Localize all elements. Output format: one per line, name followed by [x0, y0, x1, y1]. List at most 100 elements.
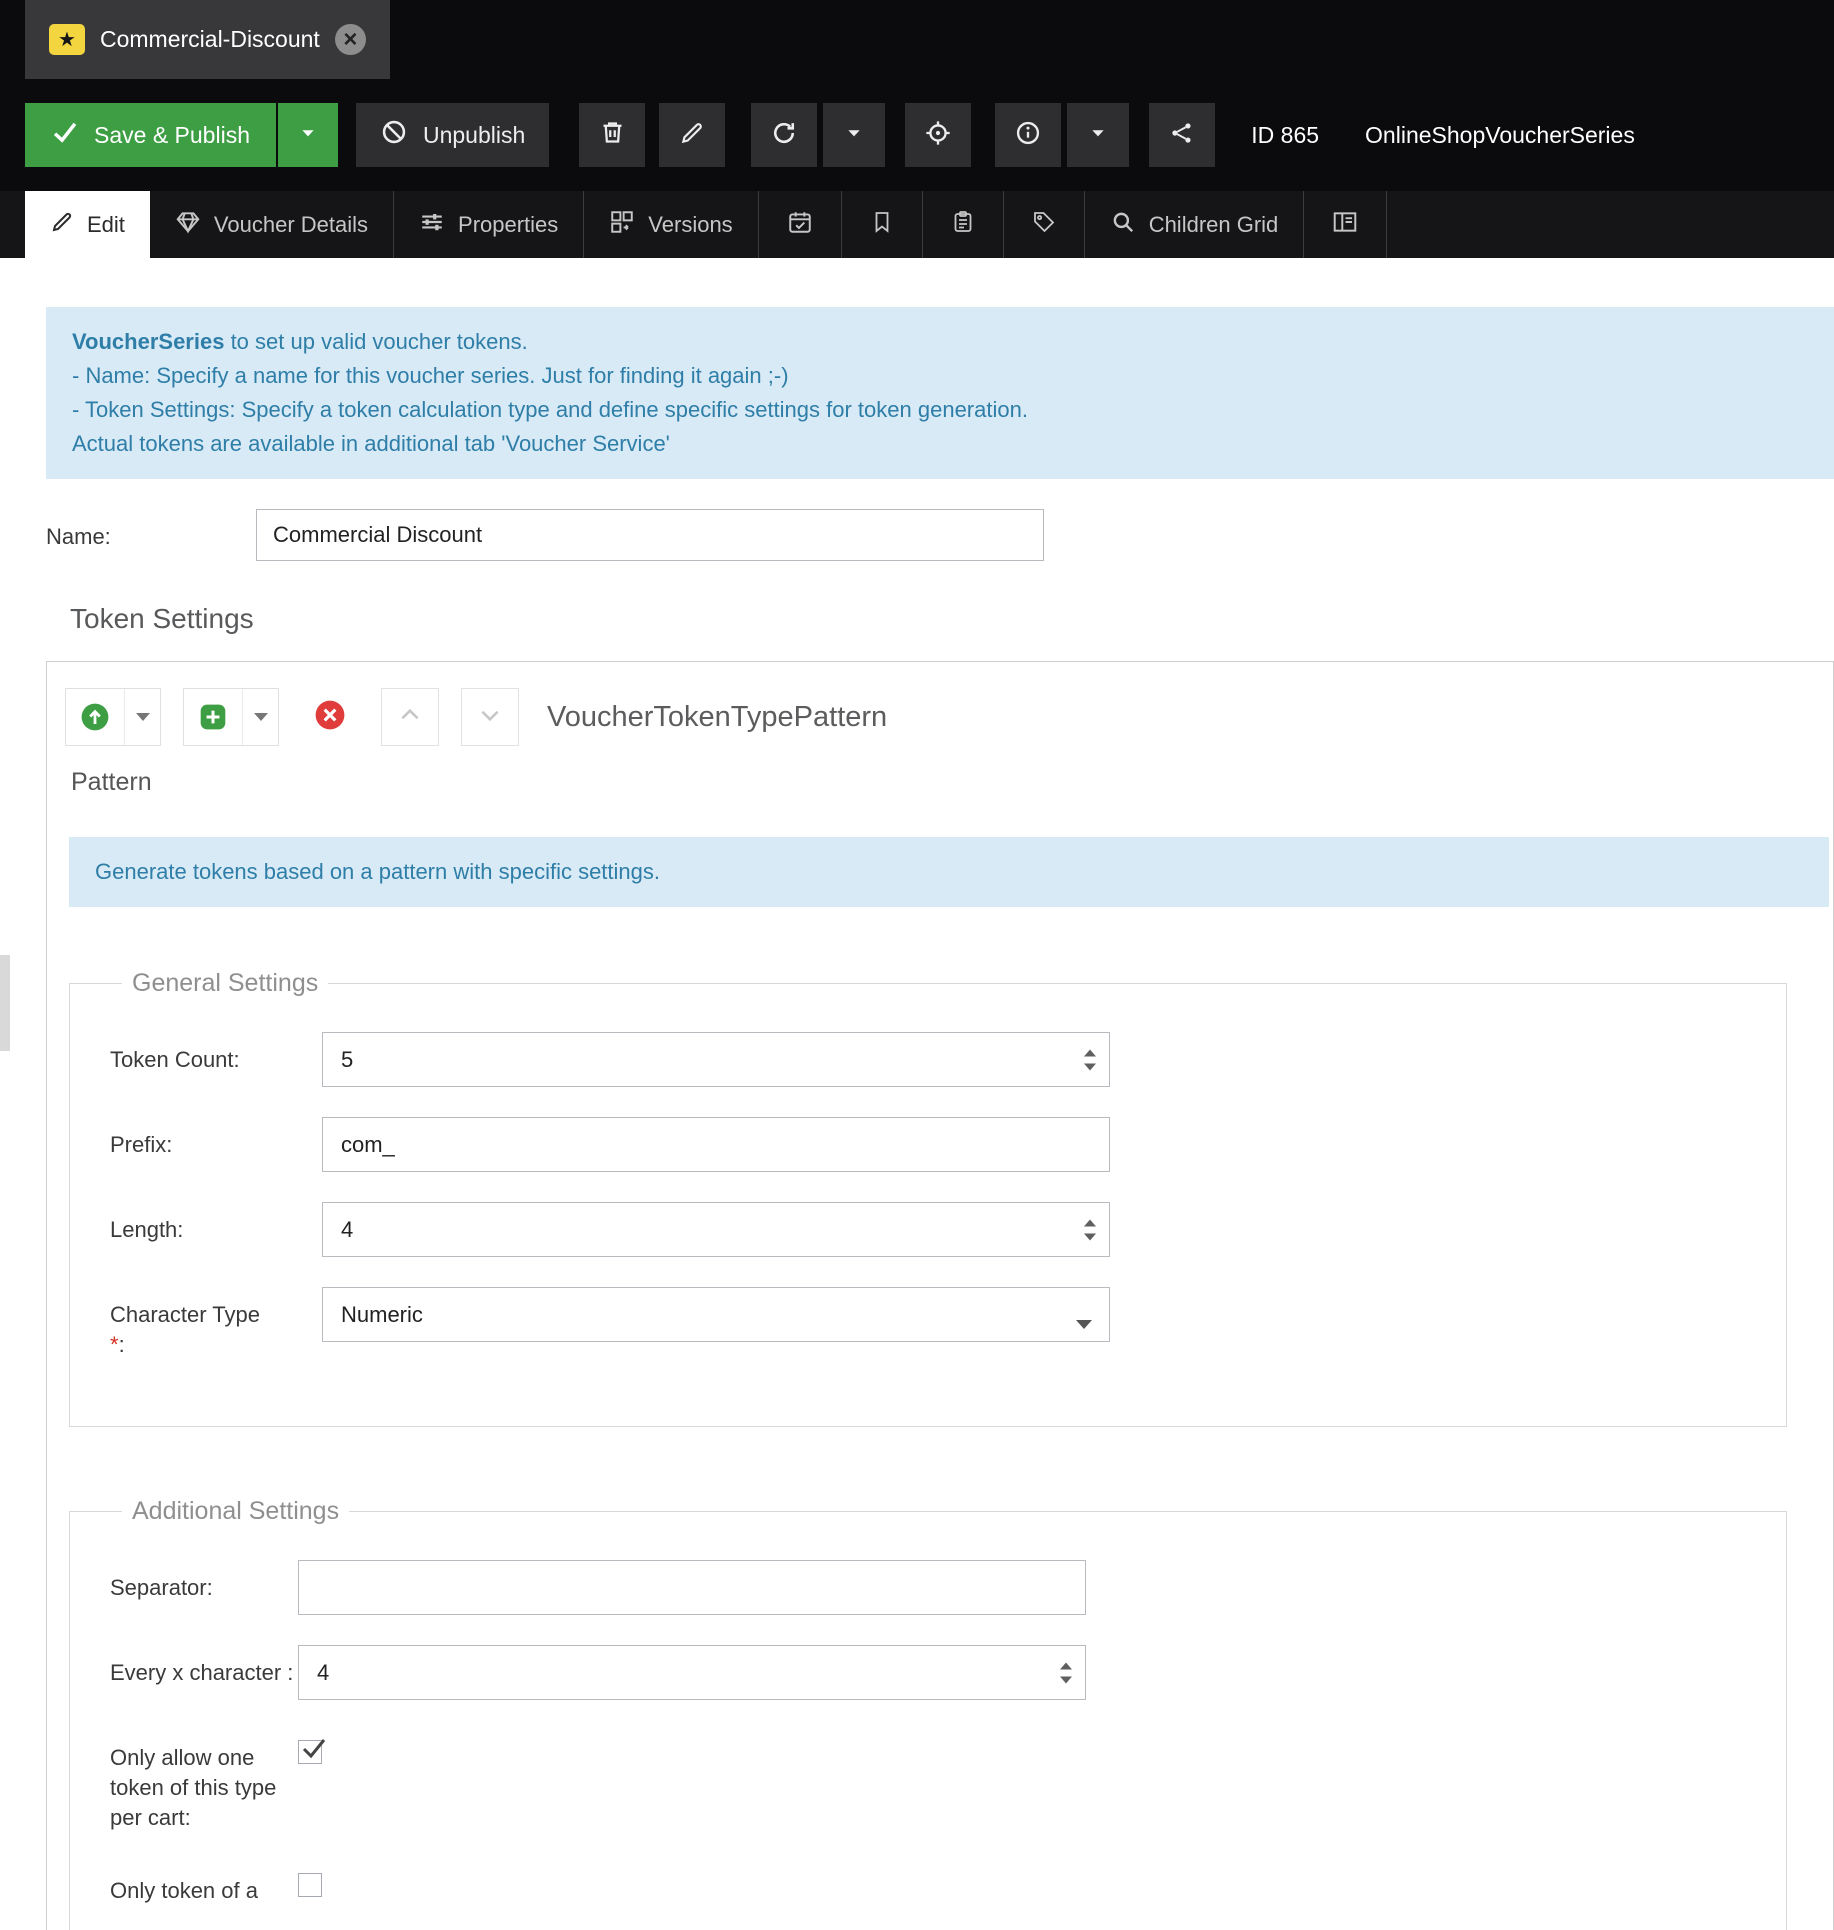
separator-row: Separator: — [110, 1560, 1786, 1615]
required-mark: *: — [110, 1330, 322, 1360]
delete-button[interactable] — [579, 103, 645, 167]
target-icon — [924, 119, 952, 152]
spinner-down-icon[interactable] — [1084, 1233, 1096, 1240]
rename-button[interactable] — [659, 103, 725, 167]
info-icon — [1014, 119, 1042, 152]
only-one-token-checkbox[interactable] — [298, 1740, 322, 1764]
tab-edit[interactable]: Edit — [25, 191, 150, 258]
chevron-down-icon[interactable] — [242, 689, 278, 745]
tab-children-grid[interactable]: Children Grid — [1085, 191, 1305, 258]
tab-properties[interactable]: Properties — [394, 191, 584, 258]
general-settings-fieldset: General Settings Token Count: Prefix: — [69, 969, 1787, 1427]
tab-schedule[interactable] — [759, 191, 842, 258]
pattern-label: Pattern — [71, 768, 1833, 797]
name-row: Name: — [46, 509, 1834, 561]
unpublish-label: Unpublish — [423, 122, 525, 149]
token-count-input[interactable] — [322, 1032, 1110, 1087]
number-spinner[interactable] — [1084, 1219, 1096, 1240]
delete-token-type-button[interactable] — [301, 688, 359, 746]
token-count-label: Token Count: — [110, 1032, 322, 1087]
document-tab[interactable]: ★ Commercial-Discount × — [25, 0, 390, 79]
every-x-row: Every x character : — [110, 1645, 1786, 1700]
diamond-icon — [175, 209, 201, 241]
tab-tags[interactable] — [1004, 191, 1085, 258]
pencil-icon — [50, 210, 74, 240]
move-up-button[interactable] — [381, 688, 439, 746]
number-spinner[interactable] — [1084, 1049, 1096, 1070]
every-x-field — [298, 1645, 1086, 1700]
prefix-label: Prefix: — [110, 1117, 322, 1172]
only-token-of-a-row: Only token of a — [110, 1863, 1786, 1906]
reload-dropdown-button[interactable] — [823, 103, 885, 167]
save-publish-dropdown-button[interactable] — [278, 103, 338, 167]
only-one-token-label: Only allow one token of this type per ca… — [110, 1730, 298, 1833]
every-x-label: Every x character : — [110, 1645, 298, 1700]
reload-button[interactable] — [751, 103, 817, 167]
character-type-label-text: Character Type — [110, 1300, 322, 1330]
name-input[interactable] — [256, 509, 1044, 561]
spinner-up-icon[interactable] — [1060, 1662, 1072, 1669]
additional-settings-legend: Additional Settings — [122, 1497, 349, 1526]
document-tab-title: Commercial-Discount — [100, 26, 320, 53]
tab-preview-layout[interactable] — [1304, 191, 1387, 258]
trash-icon — [599, 119, 626, 151]
tab-dependencies[interactable] — [842, 191, 923, 258]
tab-voucher-details-label: Voucher Details — [214, 212, 368, 238]
tree-splitter-handle[interactable] — [0, 955, 10, 1051]
unpublish-button[interactable]: Unpublish — [356, 103, 549, 167]
locate-in-tree-button[interactable] — [905, 103, 971, 167]
token-settings-heading: Token Settings — [70, 603, 1834, 635]
tab-versions[interactable]: Versions — [584, 191, 758, 258]
token-settings-panel: VoucherTokenTypePattern Pattern Generate… — [46, 661, 1834, 1930]
plus-icon — [184, 689, 242, 745]
share-icon — [1169, 120, 1195, 151]
spinner-down-icon[interactable] — [1084, 1063, 1096, 1070]
calendar-check-icon — [787, 209, 813, 241]
check-icon — [51, 118, 79, 152]
refresh-icon — [770, 119, 798, 152]
pattern-notice-text: Generate tokens based on a pattern with … — [95, 859, 660, 884]
insert-token-type-button[interactable] — [183, 688, 279, 746]
separator-input[interactable] — [298, 1560, 1086, 1615]
token-type-title: VoucherTokenTypePattern — [547, 701, 887, 734]
info-dropdown-button[interactable] — [1067, 103, 1129, 167]
tab-notes[interactable] — [923, 191, 1004, 258]
only-token-of-a-checkbox[interactable] — [298, 1873, 322, 1897]
length-input[interactable] — [322, 1202, 1110, 1257]
name-label: Name: — [46, 509, 256, 561]
save-publish-button[interactable]: Save & Publish — [25, 103, 276, 167]
required-star: * — [110, 1332, 119, 1357]
add-token-type-button[interactable] — [65, 688, 161, 746]
combo-dropdown-icon[interactable] — [1076, 1320, 1092, 1329]
spinner-up-icon[interactable] — [1084, 1049, 1096, 1056]
clipboard-icon — [951, 210, 975, 240]
share-button[interactable] — [1149, 103, 1215, 167]
close-tab-icon[interactable]: × — [335, 24, 366, 55]
prefix-input[interactable] — [322, 1117, 1110, 1172]
tab-edit-label: Edit — [87, 212, 125, 238]
character-type-field — [322, 1287, 1110, 1360]
chevron-down-icon[interactable] — [124, 689, 160, 745]
favorite-star-icon: ★ — [49, 24, 85, 55]
pencil-icon — [679, 120, 705, 151]
move-down-button[interactable] — [461, 688, 519, 746]
main-toolbar: Save & Publish Unpublish — [0, 79, 1834, 191]
edit-tabstrip: Edit Voucher Details Properties Versions — [0, 191, 1834, 258]
spinner-up-icon[interactable] — [1084, 1219, 1096, 1226]
every-x-input[interactable] — [298, 1645, 1086, 1700]
only-token-of-a-label: Only token of a — [110, 1863, 298, 1906]
object-class-label: OnlineShopVoucherSeries — [1365, 122, 1635, 149]
remove-x-icon — [314, 699, 346, 736]
general-settings-legend: General Settings — [122, 969, 328, 998]
additional-settings-fieldset: Additional Settings Separator: Every x c… — [69, 1497, 1787, 1930]
chevron-up-icon — [397, 702, 423, 733]
prefix-field — [322, 1117, 1110, 1172]
notice-bold: VoucherSeries — [72, 329, 224, 354]
info-button[interactable] — [995, 103, 1061, 167]
number-spinner[interactable] — [1060, 1662, 1072, 1683]
character-type-combo[interactable] — [322, 1287, 1110, 1342]
token-type-toolbar: VoucherTokenTypePattern — [47, 662, 1833, 746]
tab-voucher-details[interactable]: Voucher Details — [150, 191, 394, 258]
tab-properties-label: Properties — [458, 212, 558, 238]
spinner-down-icon[interactable] — [1060, 1676, 1072, 1683]
